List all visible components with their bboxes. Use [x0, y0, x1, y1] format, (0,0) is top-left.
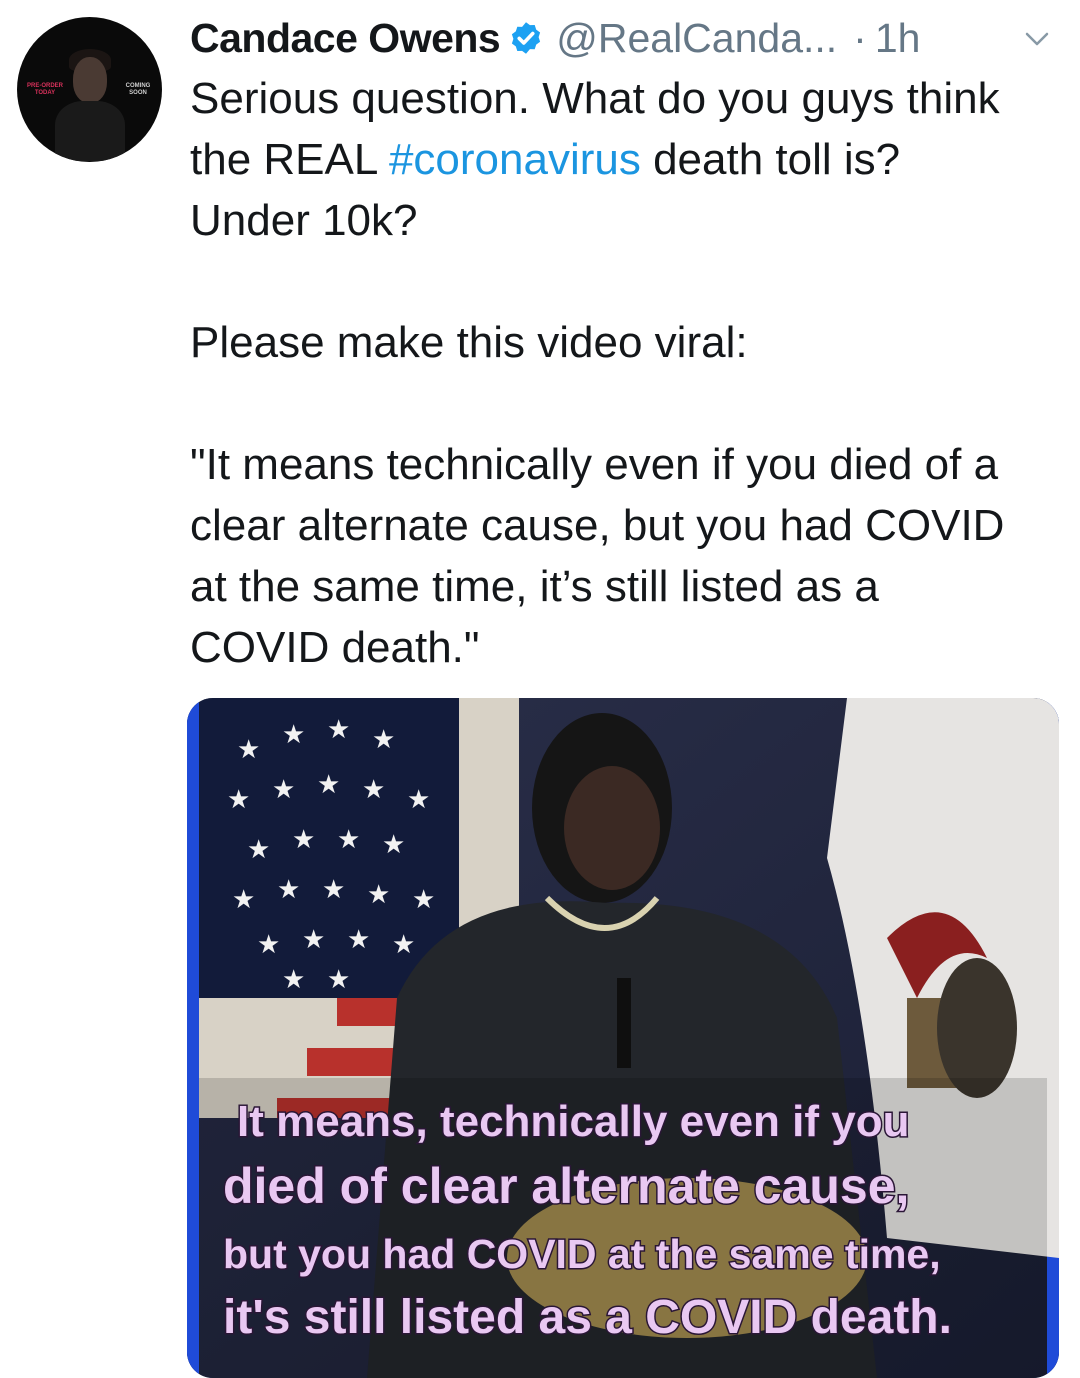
verified-badge-icon	[512, 22, 541, 54]
caption-line: It means, technically even if you	[237, 1097, 909, 1146]
author-name[interactable]: Candace Owens	[190, 15, 501, 62]
svg-text:★: ★	[367, 880, 390, 910]
svg-text:★: ★	[362, 775, 385, 805]
tweet-line: the REAL #coronavirus death toll is?	[190, 129, 1070, 190]
svg-text:★: ★	[412, 885, 435, 915]
svg-text:★: ★	[407, 785, 430, 815]
svg-text:★: ★	[237, 735, 260, 765]
avatar-face	[73, 57, 107, 103]
quote-line: "It means technically even if you died o…	[190, 440, 999, 489]
author-handle[interactable]: @RealCanda...	[556, 15, 837, 62]
chevron-down-icon[interactable]	[1022, 24, 1052, 54]
caption-line: but you had COVID at the same time,	[223, 1231, 941, 1277]
avatar-promo-left: PRE-ORDER TODAY	[26, 83, 63, 96]
quote-line: at the same time, it’s still listed as a	[190, 562, 879, 611]
video-frame: ★ ★ ★ ★ ★ ★ ★ ★ ★ ★ ★ ★ ★ ★ ★ ★ ★ ★ ★ ★ ★ ★ ★ ★	[187, 698, 1059, 1378]
author-avatar[interactable]: PRE-ORDER TODAY COMING SOON	[17, 17, 162, 162]
svg-text:★: ★	[317, 770, 340, 800]
svg-text:★: ★	[327, 965, 350, 995]
svg-text:★: ★	[302, 925, 325, 955]
svg-text:★: ★	[227, 785, 250, 815]
svg-text:★: ★	[272, 775, 295, 805]
svg-text:★: ★	[372, 725, 395, 755]
quote-line: COVID death."	[190, 623, 480, 672]
tweet-text-segment: the REAL	[190, 135, 389, 184]
svg-text:★: ★	[347, 925, 370, 955]
svg-text:★: ★	[292, 825, 315, 855]
microphone	[617, 978, 631, 1068]
tweet-text-segment: death toll is?	[640, 135, 901, 184]
svg-text:★: ★	[322, 875, 345, 905]
svg-text:★: ★	[327, 715, 350, 745]
tweet-timestamp[interactable]: 1h	[875, 15, 921, 62]
avatar-promo-right: COMING SOON	[125, 83, 151, 96]
svg-text:★: ★	[282, 720, 305, 750]
quote-line: clear alternate cause, but you had COVID	[190, 501, 1005, 550]
svg-text:★: ★	[382, 830, 405, 860]
embedded-video[interactable]: ★ ★ ★ ★ ★ ★ ★ ★ ★ ★ ★ ★ ★ ★ ★ ★ ★ ★ ★ ★ ★ ★ ★ ★	[187, 698, 1059, 1378]
meta-separator: ·	[853, 14, 867, 61]
tweet-line: Under 10k?	[190, 196, 418, 245]
caption-line: it's still listed as a COVID death.	[223, 1291, 952, 1344]
svg-text:★: ★	[282, 965, 305, 995]
svg-text:★: ★	[337, 825, 360, 855]
tweet-header: Candace Owens @RealCanda... · 1h	[190, 10, 1070, 66]
tweet-text: Serious question. What do you guys think…	[190, 68, 1070, 678]
tweet-line: Please make this video viral:	[190, 318, 748, 367]
svg-text:★: ★	[247, 835, 270, 865]
hashtag-link[interactable]: #coronavirus	[389, 135, 641, 184]
svg-text:★: ★	[257, 930, 280, 960]
tweet-line: Serious question. What do you guys think	[190, 74, 1000, 123]
svg-text:★: ★	[392, 930, 415, 960]
svg-text:★: ★	[232, 885, 255, 915]
avatar-body	[55, 101, 125, 161]
caption-line: died of clear alternate cause,	[223, 1158, 909, 1214]
svg-text:★: ★	[277, 875, 300, 905]
